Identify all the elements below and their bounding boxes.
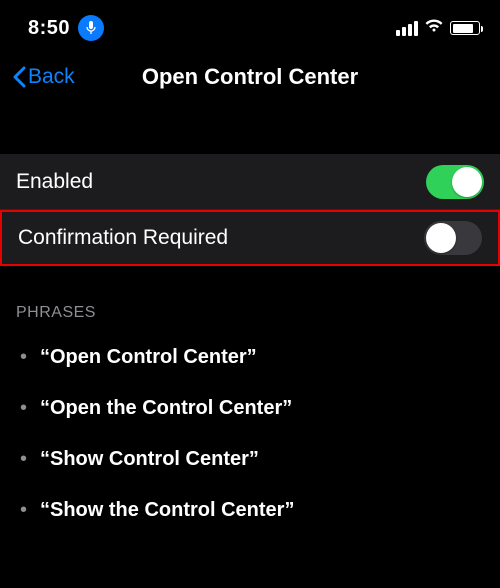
- chevron-left-icon: [12, 66, 26, 88]
- battery-icon: [450, 21, 480, 35]
- status-bar: 8:50: [0, 0, 500, 48]
- phrases-list: “Open Control Center” “Open the Control …: [0, 332, 500, 536]
- status-right: [396, 19, 480, 38]
- phrase-item: “Open Control Center”: [40, 332, 484, 383]
- status-left: 8:50: [28, 15, 104, 41]
- nav-bar: Back Open Control Center: [0, 48, 500, 106]
- cellular-icon: [396, 21, 418, 36]
- confirmation-label: Confirmation Required: [18, 226, 228, 250]
- phrases-header: PHRASES: [0, 266, 500, 332]
- wifi-icon: [424, 19, 444, 38]
- page-title: Open Control Center: [142, 64, 358, 90]
- status-time: 8:50: [28, 17, 70, 40]
- section-gap: [0, 106, 500, 154]
- enabled-label: Enabled: [16, 170, 93, 194]
- enabled-toggle[interactable]: [426, 165, 484, 199]
- confirmation-required-row: Confirmation Required: [0, 210, 500, 266]
- phrase-item: “Show Control Center”: [40, 434, 484, 485]
- back-button[interactable]: Back: [8, 61, 79, 93]
- mic-icon: [78, 15, 104, 41]
- confirmation-toggle[interactable]: [424, 221, 482, 255]
- back-label: Back: [28, 65, 75, 89]
- phrase-item: “Open the Control Center”: [40, 383, 484, 434]
- phrase-item: “Show the Control Center”: [40, 485, 484, 536]
- enabled-row: Enabled: [0, 154, 500, 210]
